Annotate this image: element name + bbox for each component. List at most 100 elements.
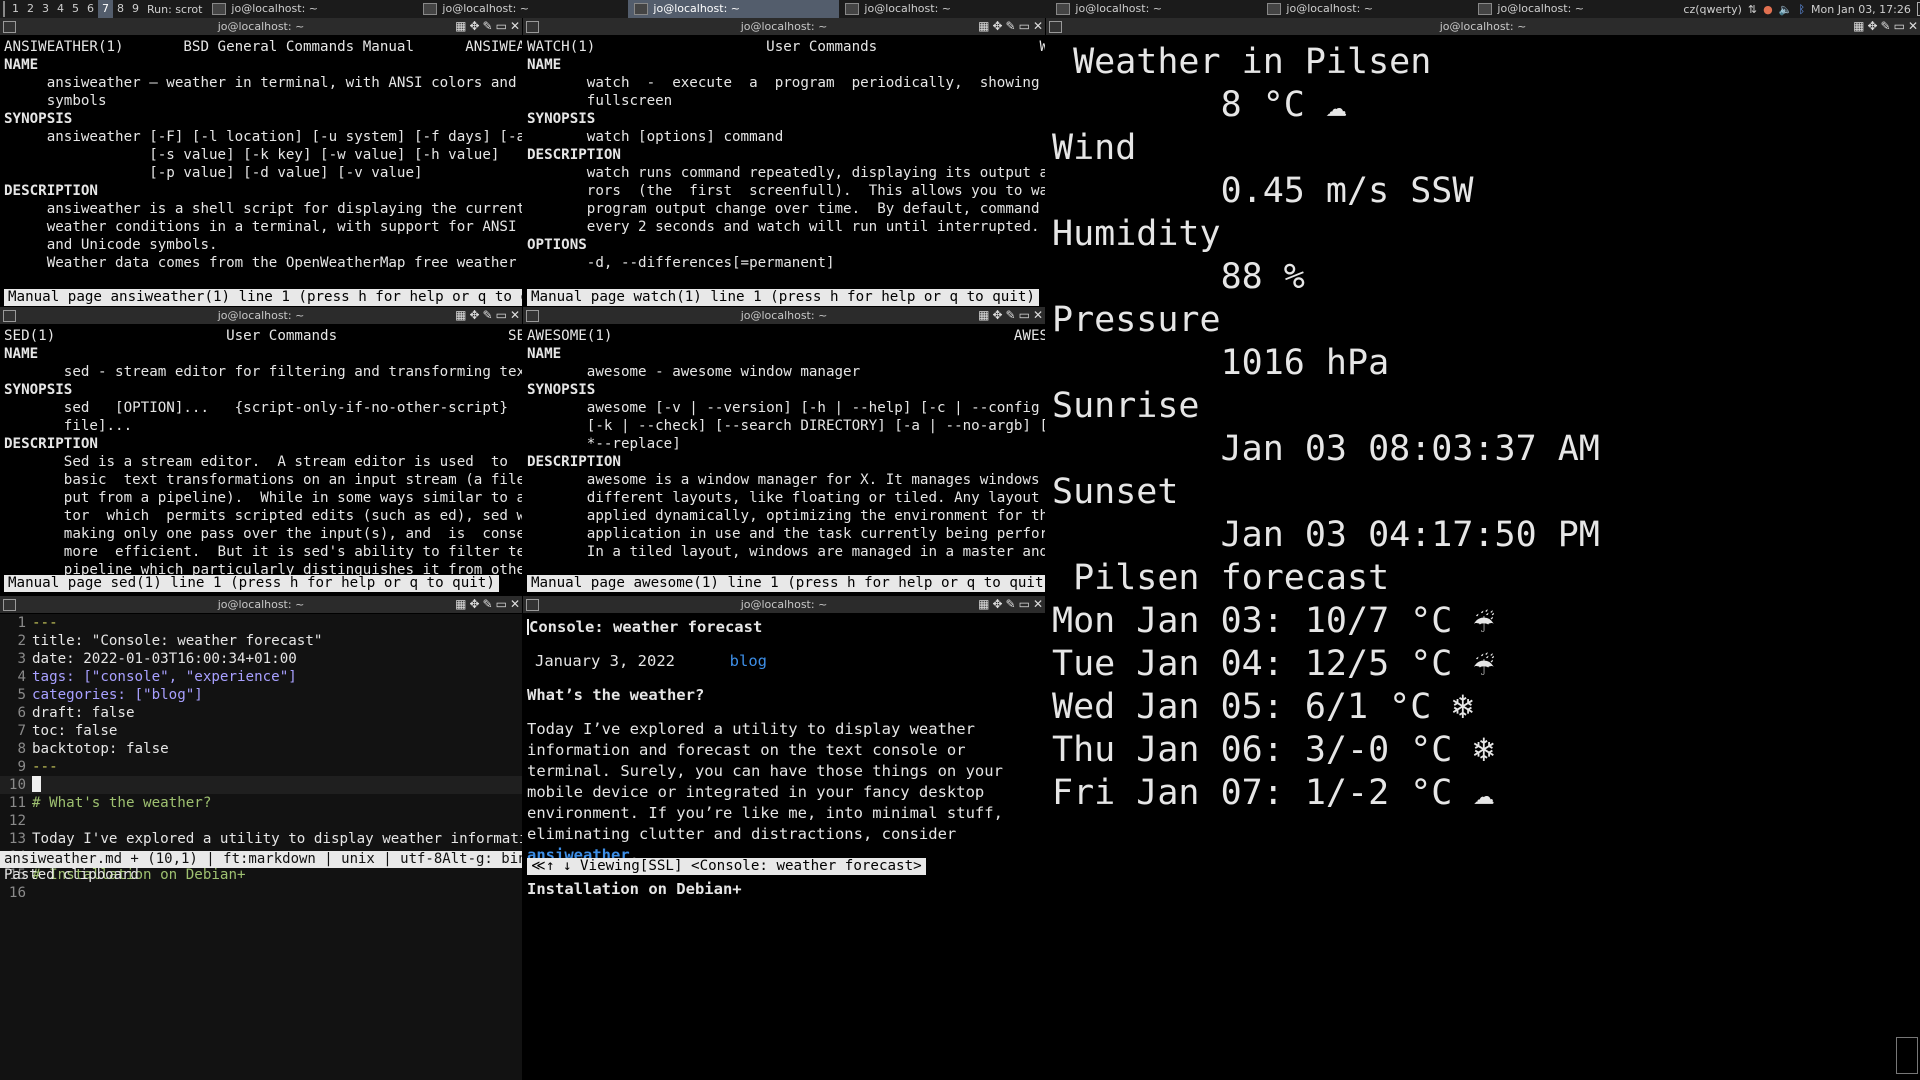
tag-4[interactable]: 4: [53, 0, 68, 18]
editor-line[interactable]: 8 backtotop: false: [0, 740, 522, 758]
floating-button-icon[interactable]: ▦: [455, 19, 466, 33]
close-button-icon[interactable]: ✕: [1908, 19, 1918, 33]
ontop-button-icon[interactable]: ✎: [483, 597, 493, 611]
keyboard-layout[interactable]: cz(qwerty): [1683, 3, 1742, 16]
task-item[interactable]: jo@localhost: ~: [1472, 0, 1683, 18]
editor-line[interactable]: 7 toc: false: [0, 722, 522, 740]
terminal-window-vim-editor[interactable]: jo@localhost: ~ ▦ ✥ ✎ ▭ ✕ 1 --- 2 title: "Conso…: [0, 596, 522, 1080]
terminal-window-weather[interactable]: jo@localhost: ~ ▦ ✥ ✎ ▭ ✕ Weather in Pilsen …: [1046, 18, 1920, 1080]
editor-line[interactable]: 2 title: "Console: weather forecast": [0, 632, 522, 650]
maximize-button-icon[interactable]: ▭: [496, 308, 507, 322]
ontop-button-icon[interactable]: ✎: [1006, 597, 1016, 611]
text-line: WATCH(1) User Commands WATCH(1): [527, 39, 1045, 55]
editor-line[interactable]: 13 Today I've explored a utility to displ…: [0, 830, 522, 848]
ontop-button-icon[interactable]: ✎: [1881, 19, 1891, 33]
text-line: more efficient. But it is sed's ability …: [63, 544, 522, 560]
maximize-button-icon[interactable]: ▭: [496, 19, 507, 33]
close-button-icon[interactable]: ✕: [1033, 308, 1043, 322]
editor-line[interactable]: 1 ---: [0, 614, 522, 632]
task-item[interactable]: jo@localhost: ~: [839, 0, 1050, 18]
close-button-icon[interactable]: ✕: [510, 597, 520, 611]
editor-buffer[interactable]: 1 --- 2 title: "Console: weather forecast" 3…: [0, 614, 522, 1080]
tag-7[interactable]: 7: [98, 0, 113, 18]
floating-button-icon[interactable]: ▦: [978, 19, 989, 33]
window-titlebar[interactable]: jo@localhost: ~ ▦ ✥ ✎ ▭ ✕: [523, 307, 1045, 324]
terminal-window-ansiweather-man[interactable]: jo@localhost: ~ ▦ ✥ ✎ ▭ ✕ ANSIWEATHER(1) BSD…: [0, 18, 522, 307]
terminal-window-text-browser[interactable]: jo@localhost: ~ ▦ ✥ ✎ ▭ ✕ Console: weather f…: [523, 596, 1045, 1080]
sticky-button-icon[interactable]: ✥: [469, 19, 479, 33]
ontop-button-icon[interactable]: ✎: [1006, 19, 1016, 33]
terminal-window-awesome-man[interactable]: jo@localhost: ~ ▦ ✥ ✎ ▭ ✕ AWESOME(1) AWESOME…: [523, 307, 1045, 596]
close-button-icon[interactable]: ✕: [510, 19, 520, 33]
window-titlebar[interactable]: jo@localhost: ~ ▦ ✥ ✎ ▭ ✕: [0, 596, 522, 613]
task-item[interactable]: jo@localhost: ~: [628, 0, 840, 18]
text-line: NAME: [4, 57, 39, 73]
tag-2[interactable]: 2: [23, 0, 38, 18]
update-icon[interactable]: ●: [1763, 3, 1773, 16]
maximize-button-icon[interactable]: ▭: [1894, 19, 1905, 33]
sticky-button-icon[interactable]: ✥: [469, 308, 479, 322]
editor-line[interactable]: 16: [0, 884, 522, 902]
tag-6[interactable]: 6: [83, 0, 98, 18]
man-page-text: WATCH(1) User Commands WATCH(1) NAME watc…: [527, 38, 1045, 307]
window-titlebar[interactable]: jo@localhost: ~ ▦ ✥ ✎ ▭ ✕: [523, 18, 1045, 35]
task-item[interactable]: jo@localhost: ~: [417, 0, 628, 18]
tag-5[interactable]: 5: [68, 0, 83, 18]
editor-line[interactable]: 5 categories: ["blog"]: [0, 686, 522, 704]
floating-button-icon[interactable]: ▦: [1853, 19, 1864, 33]
window-titlebar[interactable]: jo@localhost: ~ ▦ ✥ ✎ ▭ ✕: [0, 307, 522, 324]
close-button-icon[interactable]: ✕: [1033, 597, 1043, 611]
sticky-button-icon[interactable]: ✥: [469, 597, 479, 611]
maximize-button-icon[interactable]: ▭: [496, 597, 507, 611]
floating-button-icon[interactable]: ▦: [455, 308, 466, 322]
tag-9[interactable]: 9: [128, 0, 143, 18]
task-item[interactable]: jo@localhost: ~: [1261, 0, 1472, 18]
launcher-icon[interactable]: [3, 1, 5, 17]
editor-line[interactable]: 4 tags: ["console", "experience"]: [0, 668, 522, 686]
close-button-icon[interactable]: ✕: [1033, 19, 1043, 33]
line-text: ---: [32, 759, 58, 775]
run-prompt[interactable]: Run: scrot: [143, 3, 206, 16]
text-line: file]...: [4, 418, 133, 434]
tag-8[interactable]: 8: [113, 0, 128, 18]
sticky-button-icon[interactable]: ✥: [992, 597, 1002, 611]
task-item[interactable]: jo@localhost: ~: [1050, 0, 1261, 18]
ontop-button-icon[interactable]: ✎: [483, 19, 493, 33]
editor-line[interactable]: 10: [0, 776, 522, 794]
editor-line[interactable]: 9 ---: [0, 758, 522, 776]
tag-1[interactable]: 1: [8, 0, 23, 18]
tag-3[interactable]: 3: [38, 0, 53, 18]
text-line: Pilsen forecast: [1052, 558, 1390, 598]
line-number: 13: [8, 831, 26, 847]
ontop-button-icon[interactable]: ✎: [483, 308, 493, 322]
volume-icon[interactable]: 🔈: [1779, 3, 1793, 16]
floating-button-icon[interactable]: ▦: [978, 597, 989, 611]
close-button-icon[interactable]: ✕: [510, 308, 520, 322]
sticky-button-icon[interactable]: ✥: [992, 19, 1002, 33]
editor-line[interactable]: 6 draft: false: [0, 704, 522, 722]
terminal-window-watch-man[interactable]: jo@localhost: ~ ▦ ✥ ✎ ▭ ✕ WATCH(1) User Comm…: [523, 18, 1045, 307]
maximize-button-icon[interactable]: ▭: [1019, 597, 1030, 611]
floating-button-icon[interactable]: ▦: [455, 597, 466, 611]
window-titlebar[interactable]: jo@localhost: ~ ▦ ✥ ✎ ▭ ✕: [1046, 18, 1920, 35]
ontop-button-icon[interactable]: ✎: [1006, 308, 1016, 322]
category-link[interactable]: blog: [730, 652, 767, 670]
editor-line[interactable]: 11 # What's the weather?: [0, 794, 522, 812]
maximize-button-icon[interactable]: ▭: [1019, 19, 1030, 33]
floating-button-icon[interactable]: ▦: [978, 308, 989, 322]
maximize-button-icon[interactable]: ▭: [1019, 308, 1030, 322]
terminal-window-sed-man[interactable]: jo@localhost: ~ ▦ ✥ ✎ ▭ ✕ SED(1) User Comman…: [0, 307, 522, 596]
text-line: Jan 03 04:17:50 PM: [1052, 515, 1600, 555]
scroll-indicator[interactable]: [1896, 1037, 1918, 1074]
editor-line[interactable]: 3 date: 2022-01-03T16:00:34+01:00: [0, 650, 522, 668]
window-titlebar[interactable]: jo@localhost: ~ ▦ ✥ ✎ ▭ ✕: [0, 18, 522, 35]
task-item[interactable]: jo@localhost: ~: [206, 0, 417, 18]
sticky-button-icon[interactable]: ✥: [992, 308, 1002, 322]
line-text: ---: [32, 615, 58, 631]
editor-line[interactable]: 12: [0, 812, 522, 830]
window-titlebar[interactable]: jo@localhost: ~ ▦ ✥ ✎ ▭ ✕: [523, 596, 1045, 613]
bluetooth-icon[interactable]: ᛒ: [1798, 3, 1805, 16]
sticky-button-icon[interactable]: ✥: [1867, 19, 1877, 33]
window-buttons: ▦ ✥ ✎ ▭ ✕: [455, 308, 520, 322]
network-icon[interactable]: ⇅: [1748, 3, 1757, 16]
